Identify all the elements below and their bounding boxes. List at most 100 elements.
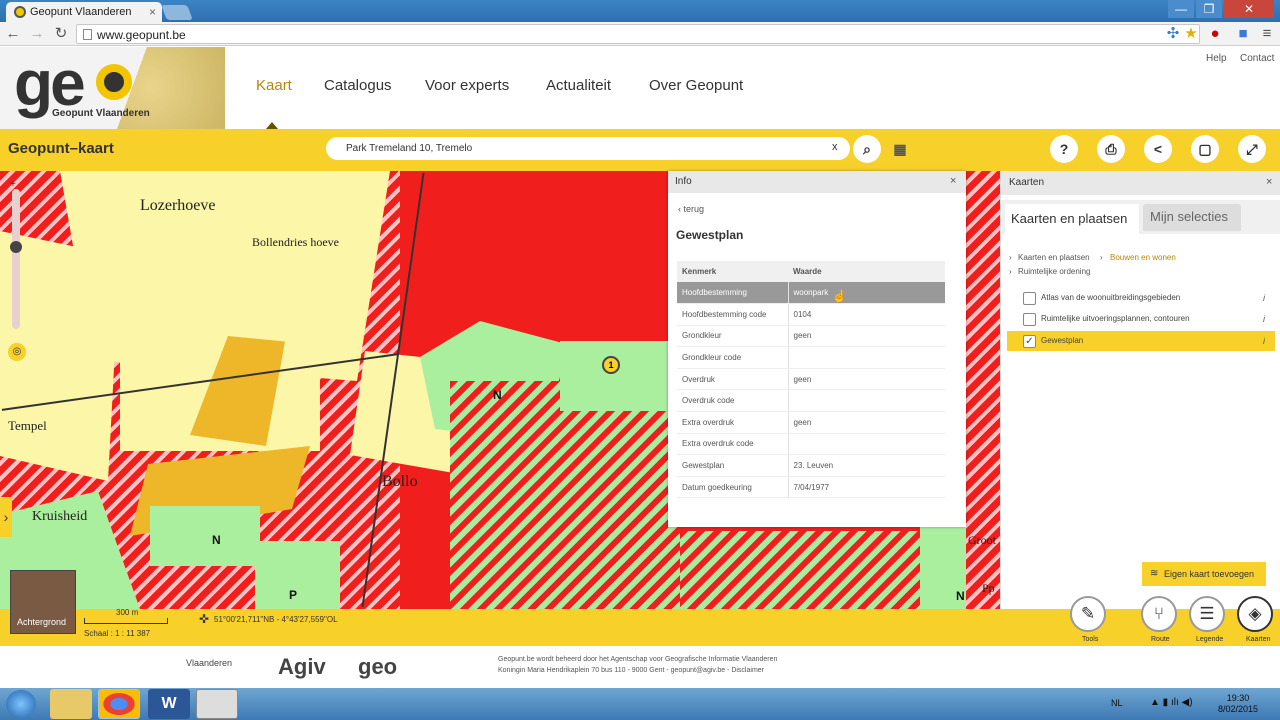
back-arrow-icon[interactable]: ← (4, 25, 22, 43)
nav-over-geopunt[interactable]: Over Geopunt (649, 77, 743, 94)
table-row[interactable]: Hoofdbestemming woonpark (677, 282, 945, 305)
breadcrumb-item[interactable]: Kaarten en plaatsen (1018, 253, 1090, 262)
info-close-icon[interactable]: × (950, 175, 956, 187)
bookmark-star-icon[interactable]: ★ (1182, 25, 1200, 43)
search-icon[interactable]: ⌕ (853, 135, 881, 163)
list-icon[interactable]: ☰ (1189, 596, 1225, 632)
zoom-control[interactable]: + ◎ (8, 179, 26, 361)
close-window-button[interactable]: ✕ (1224, 0, 1274, 18)
map-label: Lozerhoeve (140, 197, 216, 214)
minimize-button[interactable]: — (1168, 0, 1194, 18)
column-header: Waarde (788, 261, 945, 282)
map-label: Tempel (8, 418, 47, 433)
tab-kaarten-en-plaatsen[interactable]: Kaarten en plaatsen (1005, 204, 1139, 234)
crosshair-icon: ✜ (199, 612, 210, 626)
logo-subtitle: Geopunt Vlaanderen (52, 108, 150, 119)
breadcrumb-item[interactable]: Bouwen en wonen (1110, 253, 1176, 262)
table-row[interactable]: Extra overdruk geen (677, 411, 945, 434)
coordinates-readout: 51°00'21,711"NB - 4°43'27,559"OL (214, 615, 338, 624)
tray-icons[interactable]: ▲ ▮ ılı ◀) (1150, 697, 1193, 708)
bookmark-icon[interactable]: ▢ (1191, 135, 1219, 163)
browser-tab[interactable]: Geopunt Vlaanderen × (6, 2, 162, 22)
fullscreen-icon[interactable]: ⤢ (1238, 135, 1266, 163)
word-icon[interactable]: W (148, 689, 190, 719)
new-tab-button[interactable] (161, 5, 193, 20)
active-nav-caret (266, 122, 278, 129)
zoom-slider-track[interactable] (12, 189, 20, 329)
maps-panel-close-icon[interactable]: × (1266, 176, 1272, 188)
background-layer-switcher[interactable]: Achtergrond (10, 570, 76, 634)
search-clear-icon[interactable]: x (832, 141, 838, 153)
layer-item[interactable]: Ruimtelijke uitvoeringsplannen, contoure… (1007, 309, 1275, 329)
wrench-icon[interactable]: ✎ (1070, 596, 1106, 632)
attribute-table: Kenmerk Waarde Hoofdbestemming woonpark H… (677, 261, 945, 499)
print-icon[interactable]: ⎙ (1097, 135, 1125, 163)
info-icon[interactable]: i (1263, 336, 1265, 346)
layer-checkbox[interactable] (1023, 292, 1036, 305)
add-own-map-button[interactable]: ≋ Eigen kaart toevoegen (1142, 562, 1266, 586)
location-grid-icon[interactable]: ▦ (886, 135, 914, 163)
vlaanderen-logo[interactable]: Vlaanderen (186, 658, 232, 668)
locate-icon[interactable]: ◎ (8, 343, 26, 361)
table-row[interactable]: Extra overdruk code (677, 433, 945, 456)
tab-close-icon[interactable]: × (149, 5, 156, 19)
nav-kaart[interactable]: Kaart (256, 77, 292, 94)
back-link[interactable]: ‹ terug (678, 204, 704, 214)
table-row[interactable]: Datum goedkeuring 7/04/1977 (677, 476, 945, 499)
address-bar[interactable]: www.geopunt.be (76, 24, 1200, 44)
forward-arrow-icon[interactable]: → (28, 25, 46, 43)
expand-left-panel-icon[interactable]: › (0, 497, 12, 537)
site-logo[interactable]: ge Geopunt Vlaanderen (0, 47, 225, 129)
opera-extension-icon[interactable]: ● (1206, 25, 1224, 43)
nav-voor-experts[interactable]: Voor experts (425, 77, 509, 94)
table-row[interactable]: Gewestplan 23. Leuven (677, 454, 945, 477)
zoom-slider-handle[interactable] (10, 241, 22, 253)
tab-mijn-selecties[interactable]: Mijn selecties (1143, 204, 1241, 231)
info-icon[interactable]: i (1263, 314, 1265, 324)
start-button-icon[interactable] (6, 690, 36, 718)
agiv-logo[interactable]: Agiv (278, 654, 326, 680)
contact-link[interactable]: Contact (1240, 53, 1274, 64)
mouse-pointer-icon: ☝ (832, 289, 847, 303)
language-indicator[interactable]: NL (1111, 698, 1123, 708)
layer-checkbox-checked-icon[interactable]: ✓ (1023, 335, 1036, 348)
table-row[interactable]: Overdruk code (677, 389, 945, 413)
map-location-marker[interactable]: 1 (602, 356, 620, 374)
layer-item[interactable]: ✓ Gewestplan i (1007, 331, 1275, 351)
share-icon[interactable]: < (1144, 135, 1172, 163)
table-row[interactable]: Grondkleur code (677, 346, 945, 369)
nav-catalogus[interactable]: Catalogus (324, 77, 392, 94)
zone-marker: P (289, 588, 298, 602)
layers-icon[interactable]: ◈ (1237, 596, 1273, 632)
route-label: Route (1151, 636, 1170, 643)
layer-checkbox[interactable] (1023, 313, 1036, 326)
help-link[interactable]: Help (1206, 53, 1227, 64)
file-explorer-icon[interactable] (50, 689, 92, 719)
table-row[interactable]: Hoofdbestemming code 0104 (677, 303, 945, 326)
table-row[interactable]: Grondkleur geen (677, 325, 945, 348)
chrome-icon[interactable] (98, 689, 140, 719)
tab-title: Geopunt Vlaanderen (30, 6, 132, 18)
map-label: Pp (982, 581, 995, 595)
footer-text: Geopunt.be wordt beheerd door het Agents… (498, 656, 778, 663)
breadcrumb-item[interactable]: Ruimtelijke ordening (1018, 267, 1090, 276)
info-icon[interactable]: i (1263, 293, 1265, 303)
maximize-button[interactable]: ❐ (1196, 0, 1222, 18)
scale-bar (84, 618, 168, 624)
layer-item[interactable]: Atlas van de woonuitbreidingsgebieden i (1007, 288, 1275, 308)
extension-icon[interactable]: ■ (1234, 25, 1252, 43)
route-icon[interactable]: ⑂ (1141, 596, 1177, 632)
table-row[interactable]: Overdruk geen (677, 368, 945, 391)
search-input[interactable] (326, 137, 850, 160)
menu-icon[interactable]: ≡ (1258, 25, 1276, 43)
help-icon[interactable]: ? (1050, 135, 1078, 163)
geo-footer-logo[interactable]: geo (358, 654, 397, 680)
window-app-icon[interactable] (196, 689, 238, 719)
nav-actualiteit[interactable]: Actualiteit (546, 77, 611, 94)
translate-icon[interactable]: ✣ (1164, 25, 1182, 43)
info-panel: Info × ‹ terug Gewestplan Kenmerk Waarde… (668, 171, 966, 527)
chevron-right-icon: › (1009, 253, 1012, 262)
reload-icon[interactable]: ↻ (52, 25, 70, 43)
taskbar-clock[interactable]: 19:30 8/02/2015 (1218, 693, 1258, 715)
site-header: ge Geopunt Vlaanderen Kaart Catalogus Vo… (0, 47, 1280, 129)
